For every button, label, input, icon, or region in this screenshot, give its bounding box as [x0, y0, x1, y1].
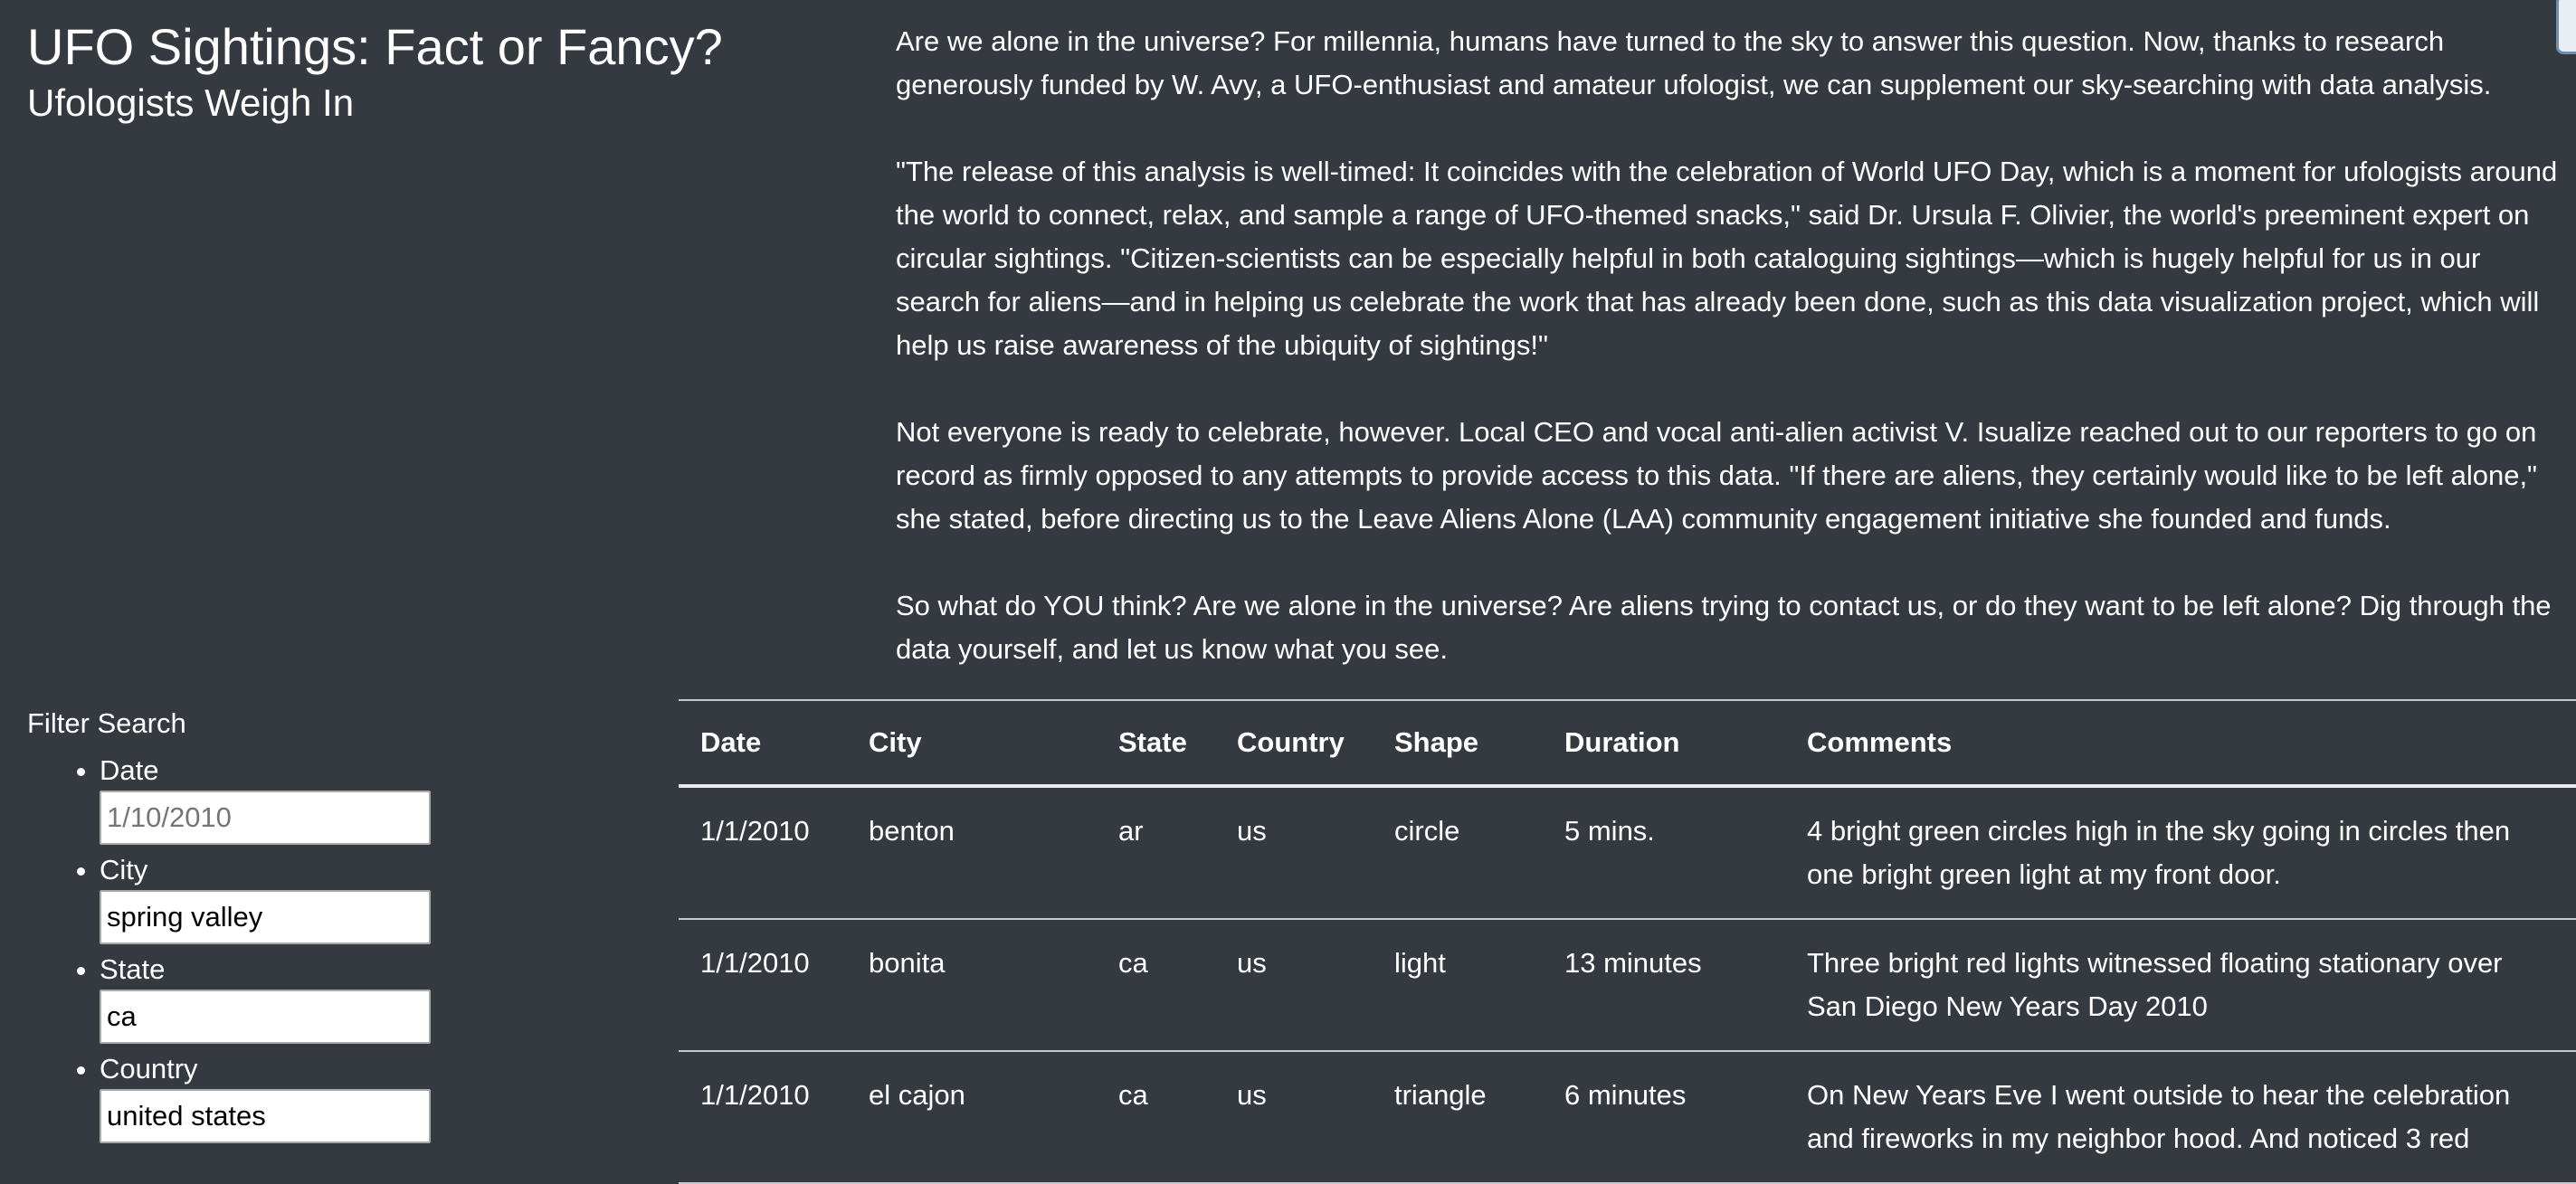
cell-date: 1/1/2010 — [679, 786, 847, 920]
cell-duration: 5 mins. — [1543, 786, 1785, 920]
cell-comments: Three bright red lights witnessed floati… — [1785, 919, 2576, 1052]
intro-paragraph: So what do YOU think? Are we alone in th… — [896, 590, 2552, 665]
intro-paragraph: Are we alone in the universe? For millen… — [896, 25, 2492, 100]
cell-comments: 4 bright green circles high in the sky g… — [1785, 786, 2576, 920]
date-label: Date — [100, 754, 159, 786]
header: UFO Sightings: Fact or Fancy? Ufologists… — [27, 16, 723, 127]
column-header-comments: Comments — [1785, 699, 2576, 788]
cell-state: ar — [1097, 786, 1215, 920]
filter-heading: Filter Search — [27, 707, 186, 739]
cell-state: ca — [1097, 919, 1215, 1052]
cell-city: benton — [847, 786, 1097, 920]
cell-country: us — [1215, 786, 1373, 920]
filter-item-state: State — [100, 952, 661, 1044]
cell-shape: triangle — [1373, 1051, 1543, 1184]
sightings-table-container: Date City State Country Shape Duration C… — [679, 699, 2576, 1184]
cell-date: 1/1/2010 — [679, 919, 847, 1052]
table-row: 1/1/2010 benton ar us circle 5 mins. 4 b… — [679, 786, 2576, 920]
cell-country: us — [1215, 919, 1373, 1052]
filter-panel: Filter Search Date City State Country — [27, 702, 661, 1151]
state-input[interactable] — [100, 990, 431, 1044]
column-header-shape: Shape — [1373, 699, 1543, 788]
sightings-table: Date City State Country Shape Duration C… — [679, 699, 2576, 1184]
cell-city: el cajon — [847, 1051, 1097, 1184]
cell-shape: light — [1373, 919, 1543, 1052]
column-header-state: State — [1097, 699, 1215, 788]
page-title: UFO Sightings: Fact or Fancy? — [27, 18, 723, 75]
country-label: Country — [100, 1053, 198, 1085]
cell-country: us — [1215, 1051, 1373, 1184]
cell-city: bonita — [847, 919, 1097, 1052]
filter-item-city: City — [100, 852, 661, 944]
page-subtitle: Ufologists Weigh In — [27, 81, 355, 125]
column-header-duration: Duration — [1543, 699, 1785, 788]
country-input[interactable] — [100, 1089, 431, 1143]
filter-item-country: Country — [100, 1051, 661, 1143]
cell-shape: circle — [1373, 786, 1543, 920]
column-header-date: Date — [679, 699, 847, 788]
date-input[interactable] — [100, 791, 431, 845]
cell-duration: 13 minutes — [1543, 919, 1785, 1052]
column-header-city: City — [847, 699, 1097, 788]
table-row: 1/1/2010 bonita ca us light 13 minutes T… — [679, 919, 2576, 1052]
filter-item-date: Date — [100, 753, 661, 845]
cell-date: 1/1/2010 — [679, 1051, 847, 1184]
intro-paragraph: Not everyone is ready to celebrate, howe… — [896, 416, 2538, 535]
intro-article: Are we alone in the universe? For millen… — [896, 20, 2561, 671]
city-input[interactable] — [100, 890, 431, 944]
cell-comments: On New Years Eve I went outside to hear … — [1785, 1051, 2576, 1184]
cell-duration: 6 minutes — [1543, 1051, 1785, 1184]
filter-list: Date City State Country — [27, 753, 661, 1143]
cell-state: ca — [1097, 1051, 1215, 1184]
table-header-row: Date City State Country Shape Duration C… — [679, 699, 2576, 788]
column-header-country: Country — [1215, 699, 1373, 788]
city-label: City — [100, 854, 148, 886]
intro-paragraph: "The release of this analysis is well-ti… — [896, 156, 2558, 361]
state-label: State — [100, 953, 166, 985]
table-row: 1/1/2010 el cajon ca us triangle 6 minut… — [679, 1051, 2576, 1184]
